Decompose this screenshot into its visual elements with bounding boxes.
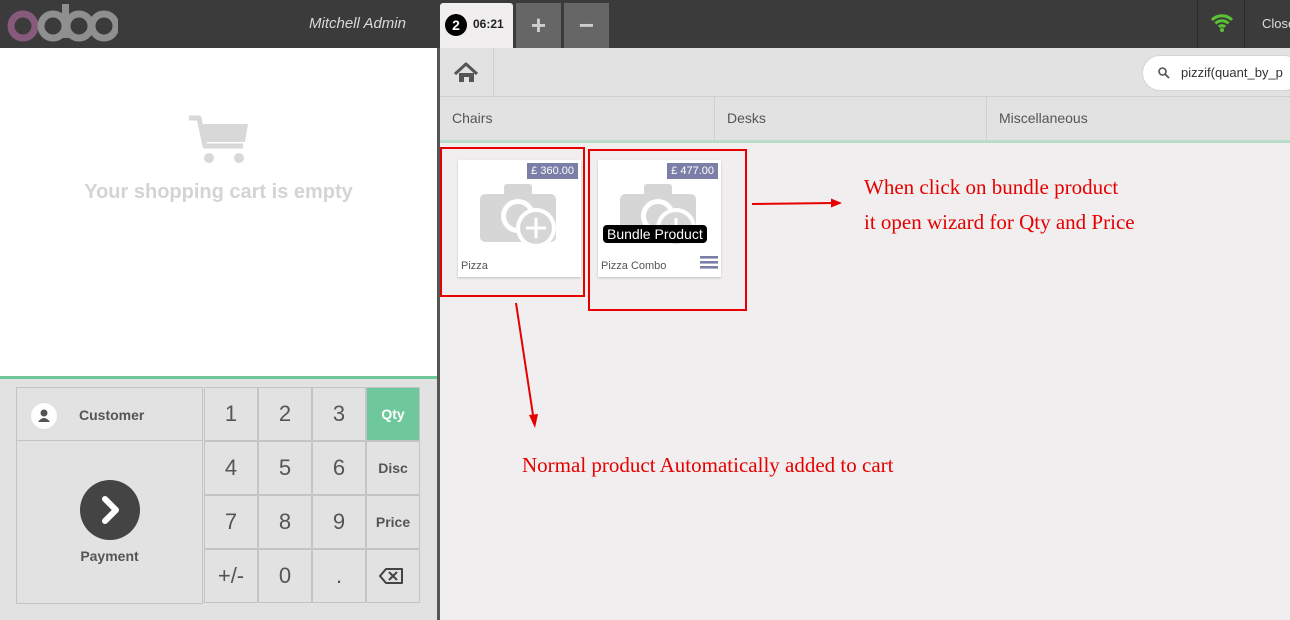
order-time: 06:21: [473, 17, 504, 31]
home-icon: [453, 62, 479, 82]
annotation-box-bundle: [588, 149, 747, 311]
category-miscellaneous[interactable]: Miscellaneous: [987, 97, 1290, 140]
search-value: pizzif(quant_by_p: [1181, 65, 1283, 80]
numpad-key-0[interactable]: 0: [258, 549, 312, 603]
numpad-key-8[interactable]: 8: [258, 495, 312, 549]
user-name: Mitchell Admin: [309, 15, 406, 32]
backspace-button[interactable]: [366, 549, 420, 603]
numpad-key-5[interactable]: 5: [258, 441, 312, 495]
category-desks[interactable]: Desks: [715, 97, 987, 140]
product-search-input[interactable]: pizzif(quant_by_p: [1142, 55, 1290, 91]
numpad-key-4[interactable]: 4: [204, 441, 258, 495]
chevron-right-icon: [80, 480, 140, 540]
numpad-dot-button[interactable]: .: [312, 549, 366, 603]
mode-price-button[interactable]: Price: [366, 495, 420, 549]
payment-label: Payment: [80, 548, 139, 564]
search-icon: [1158, 67, 1170, 79]
numpad-key-6[interactable]: 6: [312, 441, 366, 495]
category-bar: Chairs Desks Miscellaneous: [440, 97, 1290, 140]
mode-qty-button[interactable]: Qty: [366, 387, 420, 441]
order-tab[interactable]: 2 06:21: [440, 3, 513, 48]
home-button[interactable]: [440, 48, 494, 96]
numpad-key-3[interactable]: 3: [312, 387, 366, 441]
breadcrumb: pizzif(quant_by_p: [440, 48, 1290, 97]
category-chairs[interactable]: Chairs: [440, 97, 715, 140]
customer-label: Customer: [79, 407, 145, 423]
order-cart: Your shopping cart is empty: [0, 48, 437, 376]
customer-button[interactable]: Customer: [16, 387, 203, 441]
backspace-icon: [379, 568, 403, 584]
empty-cart-message: Your shopping cart is empty: [84, 181, 353, 203]
mode-disc-button[interactable]: Disc: [366, 441, 420, 495]
annotation-bundle-line2: it open wizard for Qty and Price: [864, 210, 1135, 234]
annotation-box-normal: [440, 147, 585, 297]
wifi-icon: [1197, 0, 1245, 48]
odoo-logo: [7, 4, 118, 42]
close-button[interactable]: Close: [1262, 16, 1290, 31]
annotation-normal: Normal product Automatically added to ca…: [522, 453, 894, 477]
numpad-key-2[interactable]: 2: [258, 387, 312, 441]
add-order-button[interactable]: +: [516, 3, 561, 48]
user-icon: [30, 402, 58, 430]
numpad-sign-button[interactable]: +/-: [204, 549, 258, 603]
numpad-key-7[interactable]: 7: [204, 495, 258, 549]
annotation-bundle-line1: When click on bundle product: [864, 175, 1119, 199]
top-bar: Mitchell Admin 2 06:21 + − Close: [0, 0, 1290, 48]
remove-order-button[interactable]: −: [564, 3, 609, 48]
cart-icon: [189, 115, 248, 163]
numpad-key-9[interactable]: 9: [312, 495, 366, 549]
numpad-key-1[interactable]: 1: [204, 387, 258, 441]
order-number: 2: [445, 14, 467, 36]
payment-button[interactable]: Payment: [16, 441, 203, 604]
category-divider: [440, 140, 1290, 143]
